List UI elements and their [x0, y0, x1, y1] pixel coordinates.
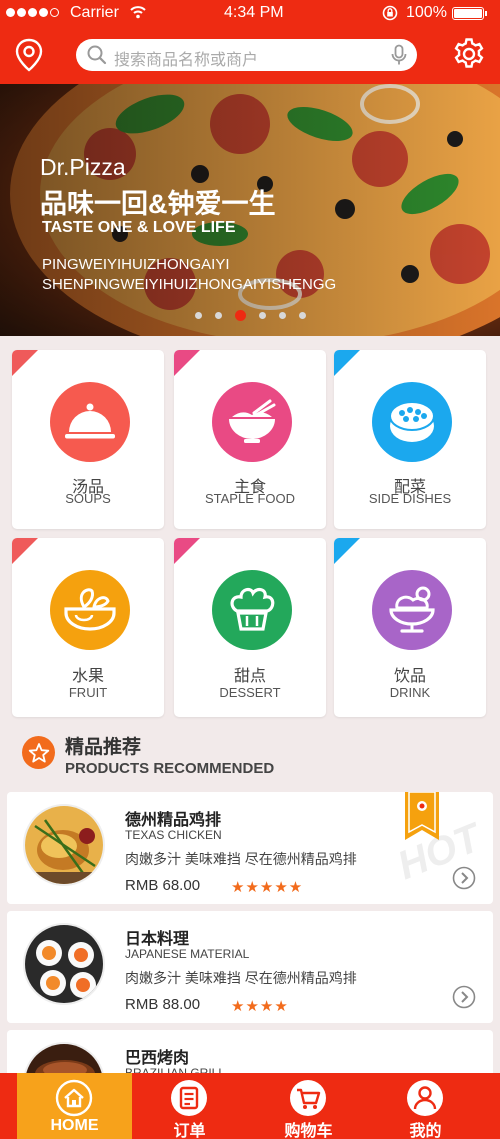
tab-home[interactable]: HOME [17, 1073, 132, 1139]
order-icon [171, 1080, 207, 1116]
carousel-dot[interactable] [279, 312, 286, 319]
search-input[interactable]: 搜索商品名称或商户 [114, 46, 258, 70]
category-staple-food[interactable]: 主食 STAPLE FOOD [174, 350, 326, 529]
category-label-en: FRUIT [68, 685, 108, 700]
carousel-dots[interactable] [195, 310, 306, 321]
product-name: 巴西烤肉 [125, 1050, 190, 1067]
section-subtitle: PRODUCTS RECOMMENDED [65, 760, 275, 777]
fruit-bowl-icon [64, 588, 116, 631]
carousel-dot[interactable] [195, 312, 202, 319]
carousel-dot[interactable] [259, 312, 266, 319]
product-price: RMB 68.00 [125, 877, 201, 894]
banner-slogan-zh: 品味一回&钟爱一生 [40, 189, 276, 219]
product-description: 肉嫩多汁 美味难挡 尽在德州精品鸡排 [125, 851, 357, 867]
category-label-zh: 饮品 [393, 668, 426, 685]
tab-cart[interactable]: 购物车 [251, 1073, 366, 1139]
banner-slogan-en: TASTE ONE & LOVE LIFE [42, 219, 236, 236]
product-image [23, 923, 105, 1005]
location-pin-icon[interactable] [13, 38, 45, 72]
product-subtitle: TEXAS CHICKEN [125, 828, 222, 842]
carousel-dot[interactable] [235, 310, 246, 321]
product-price: RMB 88.00 [125, 996, 201, 1013]
chevron-right-icon[interactable] [452, 866, 476, 890]
tab-label: 我的 [409, 1123, 442, 1139]
star-badge-icon [22, 736, 55, 769]
banner-line-2: SHENPINGWEIYIHUIZHONGAIYISHENGG [42, 276, 337, 293]
cake-icon [230, 587, 275, 631]
banner-brand: Dr.Pizza [40, 154, 126, 180]
category-label-en: SOUPS [65, 491, 111, 506]
rating-stars: ★★★★★ [231, 879, 304, 896]
category-dessert[interactable]: 甜点 DESSERT [174, 538, 326, 717]
category-fruit[interactable]: 水果 FRUIT [12, 538, 164, 717]
status-time: 4:34 PM [224, 4, 284, 21]
tab-label: 购物车 [284, 1123, 333, 1139]
category-label-en: STAPLE FOOD [204, 491, 296, 506]
status-bar: Carrier 4:34 PM 100% [0, 0, 500, 26]
battery-icon [452, 7, 487, 20]
category-label-en: DESSERT [219, 685, 281, 700]
cloche-icon [65, 403, 115, 439]
sushi-icon [389, 401, 435, 442]
banner-line-1: PINGWEIYIHUIZHONGAIYI [42, 256, 230, 273]
promo-banner[interactable]: Dr.Pizza 品味一回&钟爱一生 TASTE ONE & LOVE LIFE… [0, 84, 500, 336]
product-description: 肉嫩多汁 美味难挡 尽在德州精品鸡排 [125, 970, 357, 986]
rotation-lock-icon [382, 5, 398, 21]
carrier-label: Carrier [70, 4, 119, 21]
category-side-dishes[interactable]: 配菜 SIDE DISHES [334, 350, 486, 529]
gear-icon[interactable] [451, 36, 487, 72]
sundae-icon [389, 586, 435, 633]
tab-label: HOME [50, 1117, 99, 1134]
top-nav-bar: 搜索商品名称或商户 [0, 26, 500, 84]
ribbon-badge-icon [405, 792, 439, 840]
category-label-zh: 甜点 [233, 668, 266, 685]
product-name: 日本料理 [125, 931, 190, 948]
microphone-icon[interactable] [389, 44, 409, 66]
battery-label: 100% [406, 4, 447, 21]
section-title: 精品推荐 [65, 737, 142, 758]
category-drink[interactable]: 饮品 DRINK [334, 538, 486, 717]
user-icon [407, 1080, 443, 1116]
product-card[interactable]: HOT 德州精品鸡排 TEXAS CHICKEN 肉嫩多汁 美味难挡 尽在德州精… [7, 792, 493, 904]
chevron-right-icon[interactable] [452, 985, 476, 1009]
product-name: 德州精品鸡排 [125, 812, 222, 829]
search-bar[interactable]: 搜索商品名称或商户 [76, 39, 417, 71]
home-icon [55, 1079, 93, 1117]
category-label-en: DRINK [389, 685, 431, 700]
product-image [23, 804, 105, 886]
tab-label: 订单 [173, 1123, 206, 1139]
search-icon [87, 45, 107, 65]
category-soups[interactable]: 汤品 SOUPS [12, 350, 164, 529]
carousel-dot[interactable] [299, 312, 306, 319]
cart-icon [290, 1080, 326, 1116]
rice-bowl-icon [229, 399, 276, 443]
category-label-en: SIDE DISHES [368, 491, 452, 506]
rating-stars: ★★★★ [231, 998, 289, 1015]
carousel-dot[interactable] [215, 312, 222, 319]
category-label-zh: 水果 [71, 668, 104, 685]
tab-profile[interactable]: 我的 [368, 1073, 483, 1139]
product-card[interactable]: 日本料理 JAPANESE MATERIAL 肉嫩多汁 美味难挡 尽在德州精品鸡… [7, 911, 493, 1023]
tab-orders[interactable]: 订单 [132, 1073, 247, 1139]
bottom-tab-bar: HOME 订单 购物车 我的 [0, 1073, 500, 1139]
product-subtitle: JAPANESE MATERIAL [125, 947, 250, 961]
wifi-icon [130, 6, 146, 19]
signal-icon [6, 8, 59, 17]
